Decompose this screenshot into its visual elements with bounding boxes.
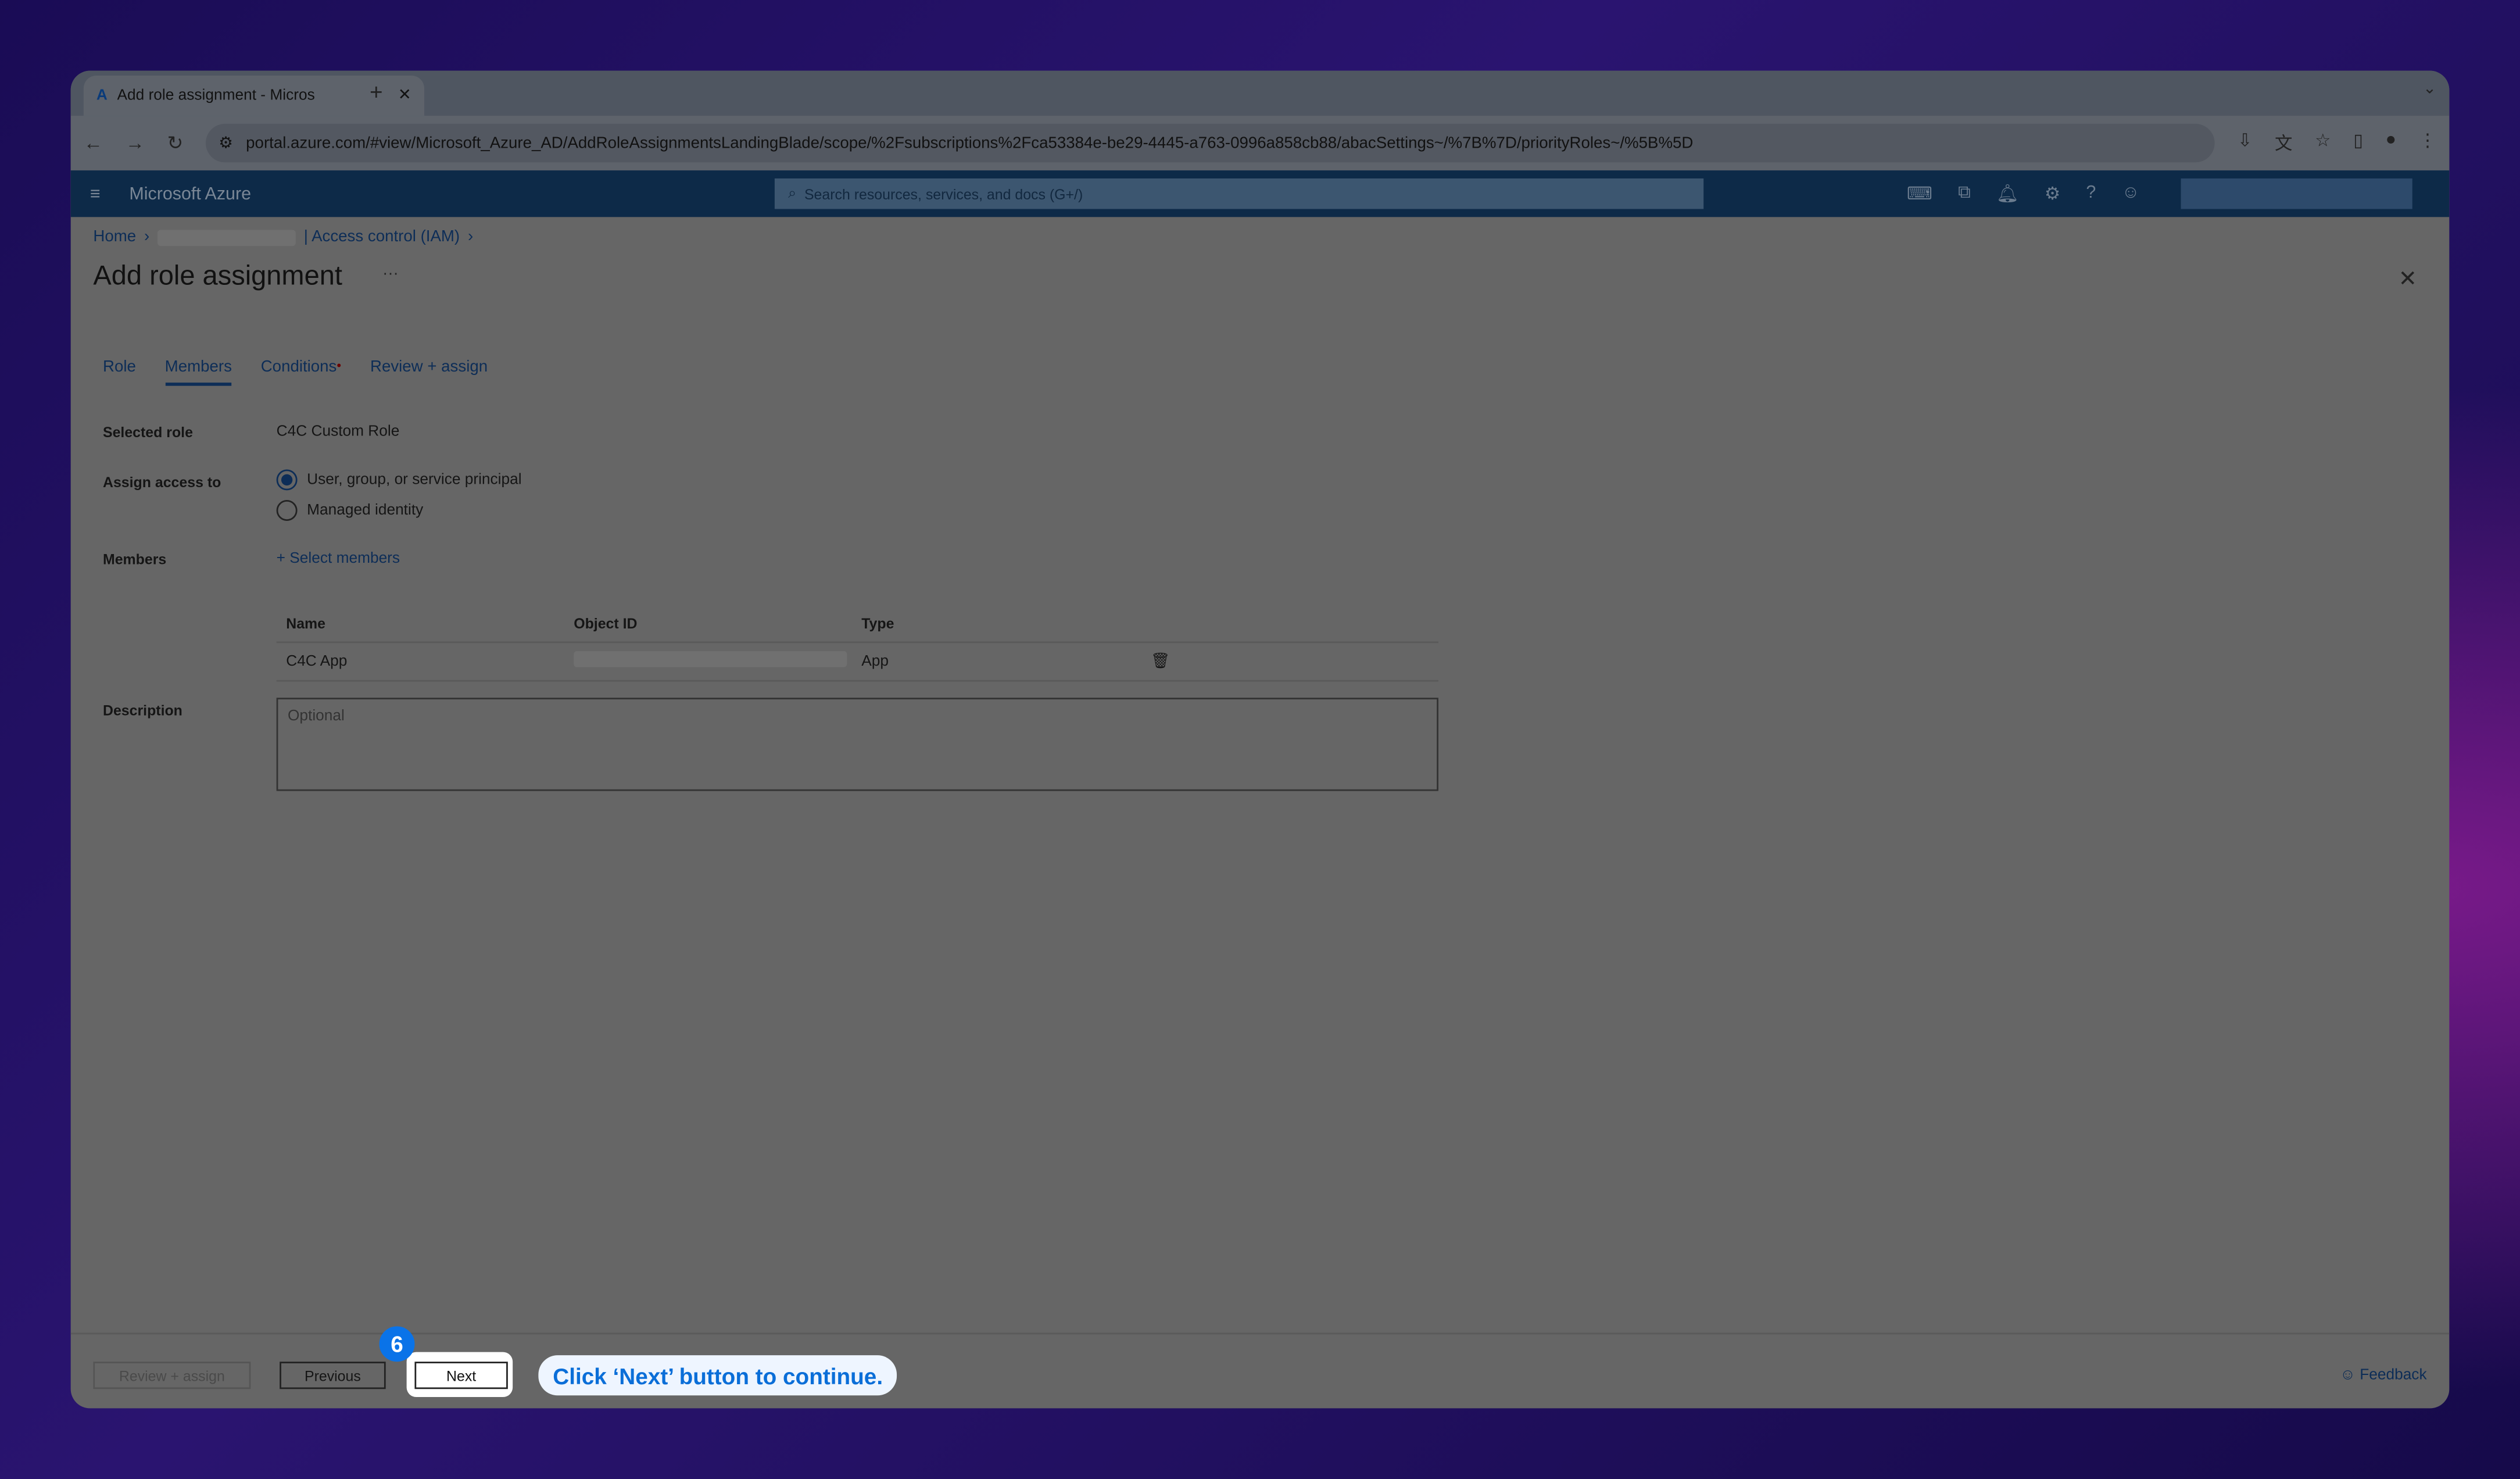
tab-conditions[interactable]: Conditions• — [261, 359, 341, 386]
search-icon: ⌕ — [788, 185, 797, 201]
col-object-id: Object ID — [574, 615, 638, 631]
table-row: C4C App App 🗑︎ — [276, 643, 1438, 682]
col-name: Name — [286, 615, 326, 631]
feedback-icon[interactable]: ☺ — [2122, 183, 2140, 204]
back-icon[interactable]: ← — [84, 132, 103, 155]
previous-button[interactable]: Previous — [280, 1362, 386, 1389]
feedback-link[interactable]: ☺ Feedback — [2340, 1367, 2427, 1384]
redacted-resource — [158, 229, 296, 245]
page-title: Add role assignment — [93, 260, 342, 291]
install-icon[interactable]: ⇩ — [2238, 130, 2252, 156]
chevron-down-icon[interactable]: ⌄ — [2423, 80, 2436, 98]
feedback-label: Feedback — [2360, 1366, 2427, 1384]
breadcrumb: Home › | Access control (IAM) › — [93, 228, 474, 246]
menu-icon[interactable]: ⋮ — [2419, 130, 2436, 156]
azure-header: ≡ Microsoft Azure ⌕ Search resources, ser… — [70, 170, 2450, 217]
trash-icon[interactable]: 🗑︎ — [1151, 653, 1170, 670]
selected-role-value: C4C Custom Role — [276, 423, 400, 441]
tab-review-assign[interactable]: Review + assign — [370, 359, 488, 386]
breadcrumb-iam[interactable]: | Access control (IAM) — [304, 228, 460, 246]
bell-icon[interactable]: 🔔︎ — [1996, 183, 2019, 204]
url-field[interactable]: ⚙ portal.azure.com/#view/Microsoft_Azure_… — [206, 123, 2215, 163]
radio-managed-identity[interactable]: Managed identity — [276, 500, 424, 521]
help-icon[interactable]: ? — [2086, 183, 2096, 204]
feedback-icon: ☺ — [2340, 1366, 2360, 1384]
radio-label: Managed identity — [307, 501, 424, 520]
members-label: Members — [102, 551, 167, 568]
forward-icon[interactable]: → — [126, 132, 145, 155]
cell-type: App — [861, 652, 889, 671]
cell-name: C4C App — [286, 652, 348, 671]
cloud-shell-icon[interactable]: ⌨ — [1907, 183, 1932, 204]
tab-strip: A Add role assignment - Micros ✕ + ⌄ — [70, 70, 2450, 116]
col-type: Type — [861, 615, 894, 631]
assign-access-label: Assign access to — [102, 474, 221, 491]
description-placeholder: Optional — [287, 707, 345, 726]
radio-selected-icon[interactable] — [276, 469, 298, 491]
selected-role-label: Selected role — [102, 424, 193, 441]
account-area[interactable] — [2181, 178, 2413, 209]
members-table: Name Object ID Type C4C App App 🗑︎ — [276, 605, 1438, 682]
instruction-callout: Click ‘Next’ button to continue. — [538, 1355, 897, 1396]
tab-conditions-label: Conditions — [260, 358, 337, 377]
description-input[interactable]: Optional — [276, 698, 1438, 791]
wizard-tabs: Role Members Conditions• Review + assign — [103, 359, 488, 386]
url-text: portal.azure.com/#view/Microsoft_Azure_A… — [246, 134, 1694, 152]
browser-window: A Add role assignment - Micros ✕ + ⌄ ← → ↻ ⚙… — [70, 70, 2450, 1409]
next-button[interactable]: Next — [414, 1362, 508, 1389]
tab-title: Add role assignment - Micros — [117, 87, 315, 105]
breadcrumb-home[interactable]: Home — [93, 228, 136, 246]
step-badge: 6 — [379, 1326, 415, 1362]
search-input[interactable]: ⌕ Search resources, services, and docs (G… — [775, 178, 1705, 209]
hamburger-icon[interactable]: ≡ — [90, 184, 101, 203]
review-assign-button[interactable]: Review + assign — [93, 1362, 251, 1389]
site-info-icon[interactable]: ⚙ — [219, 134, 233, 152]
translate-icon[interactable]: 文 — [2275, 130, 2292, 156]
gear-icon[interactable]: ⚙ — [2045, 183, 2060, 204]
reload-icon[interactable]: ↻ — [167, 132, 184, 155]
close-tab-icon[interactable]: ✕ — [398, 87, 411, 104]
footer: Review + assign Previous Next 6 Click ‘N… — [70, 1326, 2450, 1408]
side-panel-icon[interactable]: ▯ — [2353, 130, 2363, 156]
profile-icon[interactable]: ● — [2386, 130, 2396, 156]
more-icon[interactable]: ··· — [382, 265, 399, 283]
azure-logo-icon: A — [96, 87, 108, 105]
description-label: Description — [102, 702, 182, 719]
blade: Home › | Access control (IAM) › Add role as… — [70, 217, 2450, 1408]
cell-object-id-redacted — [574, 651, 861, 672]
tab-members[interactable]: Members — [164, 359, 232, 386]
radio-user-group[interactable]: User, group, or service principal — [276, 469, 522, 491]
search-placeholder: Search resources, services, and docs (G+… — [804, 185, 1083, 202]
new-tab-icon[interactable]: + — [370, 79, 383, 105]
required-dot: • — [337, 358, 342, 373]
close-icon[interactable]: ✕ — [2399, 265, 2417, 292]
tab-role[interactable]: Role — [103, 359, 136, 386]
brand[interactable]: Microsoft Azure — [129, 184, 775, 203]
star-icon[interactable]: ☆ — [2315, 130, 2331, 156]
address-bar-row: ← → ↻ ⚙ portal.azure.com/#view/Microsoft_Az… — [70, 116, 2450, 171]
select-members-link[interactable]: + Select members — [277, 550, 400, 567]
radio-label: User, group, or service principal — [307, 471, 522, 489]
radio-unselected-icon[interactable] — [276, 500, 298, 521]
directory-icon[interactable]: ⧉ — [1958, 183, 1971, 204]
table-header: Name Object ID Type — [276, 605, 1438, 644]
